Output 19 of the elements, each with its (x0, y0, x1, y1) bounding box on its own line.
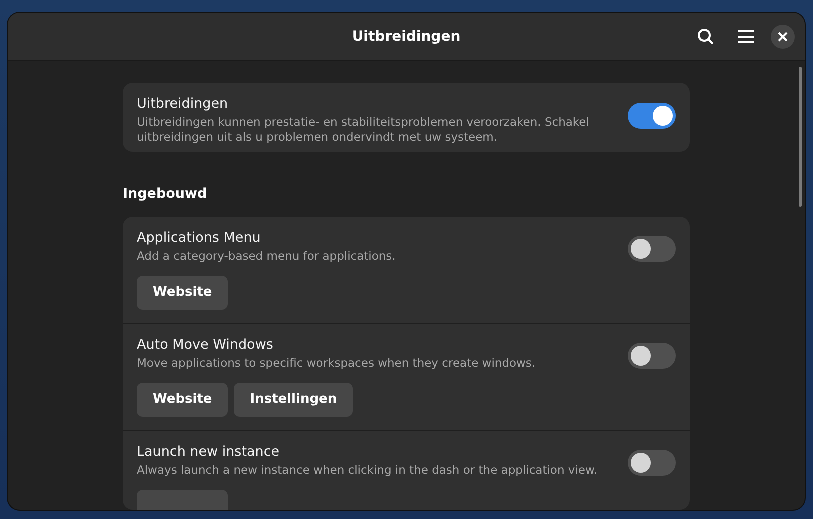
window-title: Uitbreidingen (352, 28, 461, 44)
scrollbar[interactable] (799, 67, 802, 207)
toggle-switch[interactable] (628, 450, 676, 476)
toggle-switch[interactable] (628, 342, 676, 369)
action-button[interactable]: Instellingen (234, 382, 354, 417)
action-button[interactable]: Website (137, 382, 228, 417)
setting-description: Uitbreidingen kunnen prestatie- en stabiliteitsproblemen veroorzaken. Schakel uitbreidingen uit als u problemen ondervindt met uw systeem. (137, 115, 590, 145)
extension-description: Move applications to specific workspaces when they create windows. (137, 356, 537, 371)
action-button[interactable]: Website (137, 276, 228, 310)
toggle-switch[interactable] (628, 103, 676, 129)
section-heading: Ingebouwd (123, 186, 208, 202)
toggle-switch[interactable] (628, 236, 676, 262)
close-icon[interactable] (771, 24, 795, 48)
extension-name: Auto Move Windows (137, 336, 274, 354)
extension-description: Add a category-based menu for applications. (137, 248, 397, 264)
extension-name: Applications Menu (137, 228, 262, 247)
setting-title: Uitbreidingen (137, 95, 230, 113)
extension-description: Always launch a new instance when clicking in the dash or the application view. (137, 462, 598, 478)
extension-name: Launch new instance (137, 442, 281, 461)
